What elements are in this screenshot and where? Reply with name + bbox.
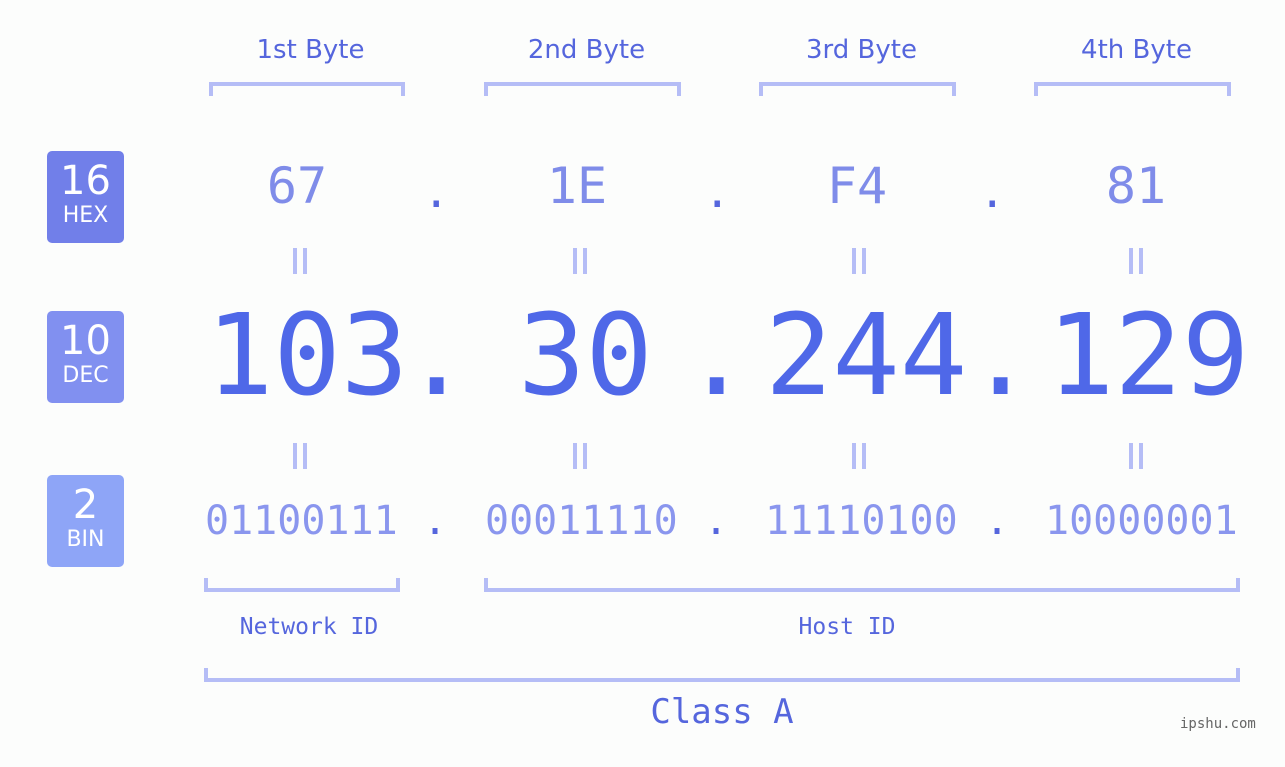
equals-icon (573, 248, 587, 274)
bin-byte-2: 00011110 (485, 498, 678, 544)
bin-byte-4: 10000001 (1045, 498, 1238, 544)
bin-badge: 2 BIN (47, 475, 124, 567)
dec-separator-2: . (683, 291, 751, 421)
network-id-label: Network ID (239, 614, 379, 640)
dec-badge-number: 10 (60, 318, 111, 364)
equals-icon (852, 248, 866, 274)
class-bracket (204, 668, 1240, 682)
equals-icon (1129, 443, 1143, 469)
hex-separator-1: . (423, 167, 450, 218)
bin-badge-number: 2 (72, 482, 99, 528)
dec-badge-label: DEC (62, 363, 109, 388)
dec-separator-3: . (967, 291, 1035, 421)
dec-byte-2: 30 (518, 291, 653, 421)
bin-byte-3: 11110100 (765, 498, 958, 544)
byte-1-bracket (209, 82, 405, 96)
dec-byte-1: 103 (206, 291, 409, 421)
byte-2-bracket (484, 82, 681, 96)
hex-byte-4: 81 (1105, 157, 1167, 215)
dec-byte-4: 129 (1047, 291, 1250, 421)
bin-byte-1: 01100111 (205, 498, 398, 544)
dec-separator-1: . (403, 291, 471, 421)
equals-icon (1129, 248, 1143, 274)
byte-header-2: 2nd Byte (527, 35, 646, 65)
hex-badge: 16 HEX (47, 151, 124, 243)
bin-badge-label: BIN (66, 527, 105, 552)
network-id-bracket (204, 578, 400, 592)
host-id-bracket (484, 578, 1240, 592)
byte-3-bracket (759, 82, 956, 96)
hex-byte-1: 67 (266, 157, 328, 215)
byte-4-bracket (1034, 82, 1231, 96)
byte-header-1: 1st Byte (256, 35, 365, 65)
equals-icon (852, 443, 866, 469)
bin-separator-1: . (423, 498, 448, 544)
dec-badge: 10 DEC (47, 311, 124, 403)
equals-icon (573, 443, 587, 469)
equals-icon (293, 248, 307, 274)
hex-badge-label: HEX (62, 203, 109, 228)
byte-header-4: 4th Byte (1081, 35, 1192, 65)
dec-byte-3: 244 (765, 291, 968, 421)
hex-separator-3: . (979, 167, 1006, 218)
hex-badge-number: 16 (60, 158, 111, 204)
bin-separator-3: . (985, 498, 1010, 544)
hex-byte-3: F4 (826, 157, 888, 215)
byte-header-3: 3rd Byte (806, 35, 917, 65)
hex-separator-2: . (704, 167, 731, 218)
watermark: ipshu.com (1180, 716, 1256, 732)
hex-byte-2: 1E (546, 157, 608, 215)
bin-separator-2: . (704, 498, 729, 544)
class-label: Class A (650, 692, 794, 732)
equals-icon (293, 443, 307, 469)
host-id-label: Host ID (798, 614, 896, 640)
